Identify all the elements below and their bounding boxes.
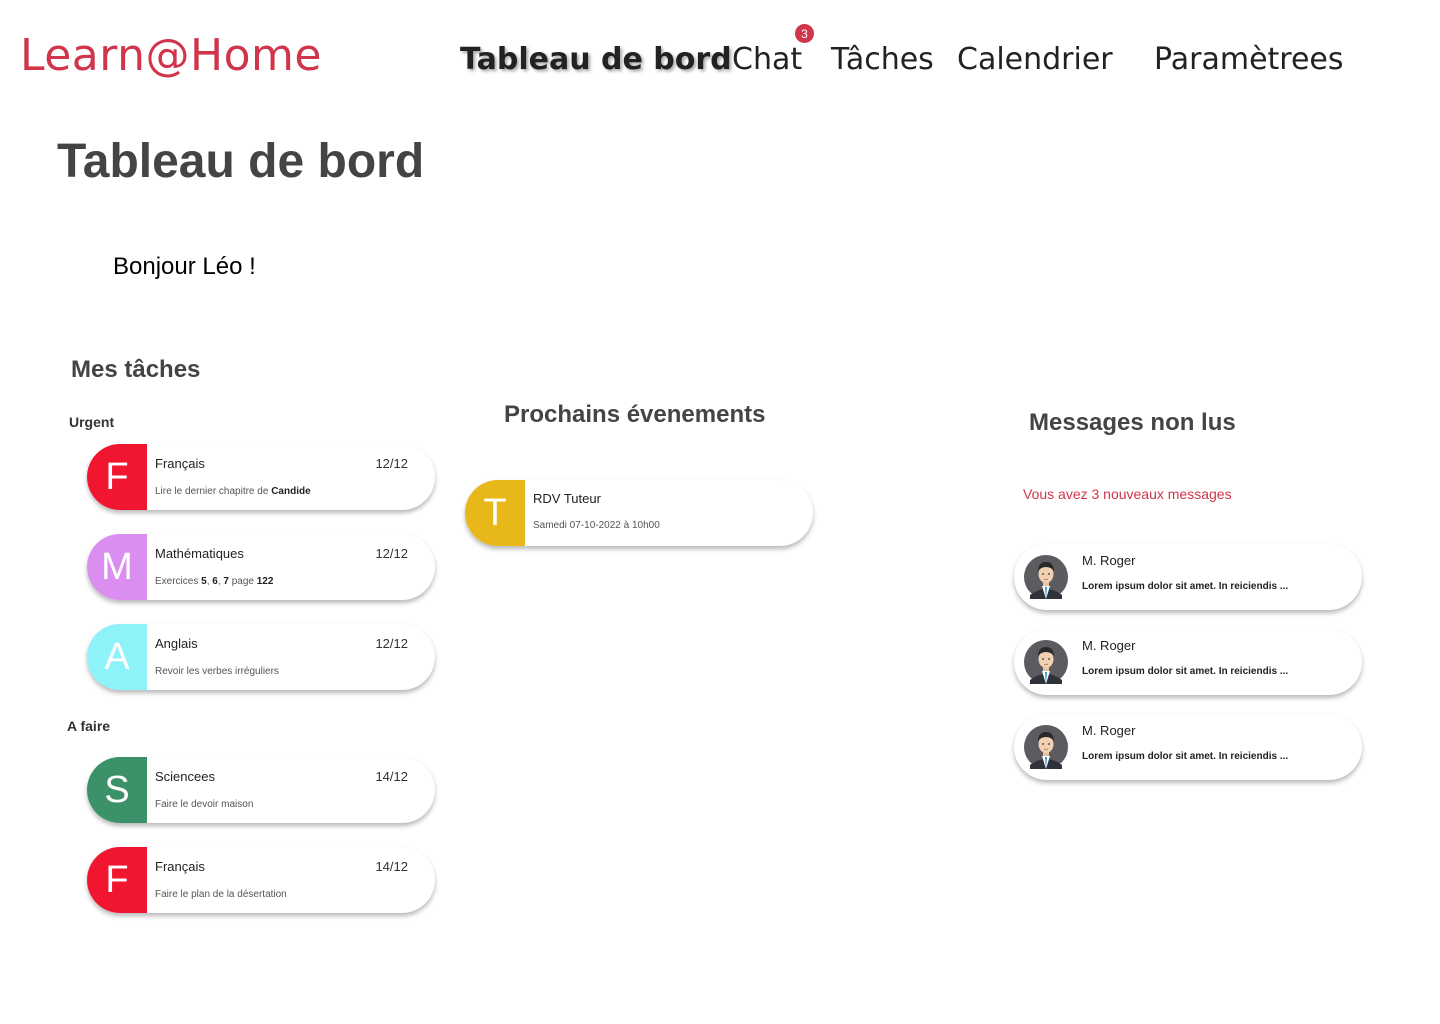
event-title: RDV Tuteur: [533, 491, 601, 506]
task-description: Exercices 5, 6, 7 page 122: [155, 576, 274, 587]
subject-letter: F: [87, 847, 147, 913]
nav-item-calendar[interactable]: Calendrier: [957, 42, 1113, 77]
page-title: Tableau de bord: [57, 135, 425, 188]
nav-item-settings[interactable]: Paramètrees: [1154, 42, 1344, 77]
message-card[interactable]: M. Roger Lorem ipsum dolor sit amet. In …: [1014, 714, 1362, 780]
task-description: Faire le devoir maison: [155, 799, 254, 810]
greeting: Bonjour Léo !: [113, 253, 256, 280]
chat-unread-badge: 3: [795, 24, 814, 43]
message-preview: Lorem ipsum dolor sit amet. In reiciendi…: [1082, 751, 1289, 762]
message-card[interactable]: M. Roger Lorem ipsum dolor sit amet. In …: [1014, 544, 1362, 610]
message-preview: Lorem ipsum dolor sit amet. In reiciendi…: [1082, 666, 1289, 677]
events-section-title: Prochains évenements: [504, 401, 766, 428]
task-date: 14/12: [375, 769, 408, 784]
subject-letter: S: [87, 757, 147, 823]
new-messages-notice[interactable]: Vous avez 3 nouveaux messages: [1023, 486, 1232, 502]
message-sender: M. Roger: [1082, 638, 1136, 653]
task-subject: Français: [155, 859, 205, 874]
messages-section-title: Messages non lus: [1029, 409, 1236, 436]
task-date: 12/12: [375, 546, 408, 561]
urgent-label: Urgent: [69, 414, 115, 430]
nav-item-dashboard[interactable]: Tableau de bord: [460, 42, 732, 77]
task-subject: Anglais: [155, 636, 198, 651]
task-card[interactable]: S Sciencees 14/12 Faire le devoir maison: [87, 757, 435, 823]
subject-letter: F: [87, 444, 147, 510]
avatar: [1024, 555, 1068, 599]
event-description: Samedi 07-10-2022 à 10h00: [533, 520, 660, 531]
dashboard-page: Learn@Home Tableau de bord Chat Tâches C…: [0, 0, 1440, 1024]
avatar: [1024, 725, 1068, 769]
message-card[interactable]: M. Roger Lorem ipsum dolor sit amet. In …: [1014, 629, 1362, 695]
todo-label: A faire: [67, 718, 111, 734]
main-nav: Tableau de bord Chat Tâches Calendrier P…: [0, 42, 1440, 82]
nav-item-tasks[interactable]: Tâches: [831, 42, 934, 77]
task-card[interactable]: M Mathématiques 12/12 Exercices 5, 6, 7 …: [87, 534, 435, 600]
subject-letter: M: [87, 534, 147, 600]
event-letter: T: [465, 480, 525, 546]
task-date: 12/12: [375, 636, 408, 651]
task-description: Lire le dernier chapitre de Candide: [155, 486, 311, 497]
task-description: Revoir les verbes irréguliers: [155, 666, 279, 677]
task-date: 12/12: [375, 456, 408, 471]
task-subject: Sciencees: [155, 769, 215, 784]
task-date: 14/12: [375, 859, 408, 874]
avatar: [1024, 640, 1068, 684]
tasks-section-title: Mes tâches: [71, 356, 201, 383]
task-description: Faire le plan de la désertation: [155, 889, 287, 900]
task-card[interactable]: F Français 14/12 Faire le plan de la dés…: [87, 847, 435, 913]
message-preview: Lorem ipsum dolor sit amet. In reiciendi…: [1082, 581, 1289, 592]
task-subject: Français: [155, 456, 205, 471]
task-subject: Mathématiques: [155, 546, 244, 561]
subject-letter: A: [87, 624, 147, 690]
task-card[interactable]: A Anglais 12/12 Revoir les verbes irrégu…: [87, 624, 435, 690]
nav-item-chat[interactable]: Chat: [732, 42, 802, 77]
task-card[interactable]: F Français 12/12 Lire le dernier chapitr…: [87, 444, 435, 510]
event-card[interactable]: T RDV Tuteur Samedi 07-10-2022 à 10h00: [465, 480, 813, 546]
message-sender: M. Roger: [1082, 553, 1136, 568]
message-sender: M. Roger: [1082, 723, 1136, 738]
